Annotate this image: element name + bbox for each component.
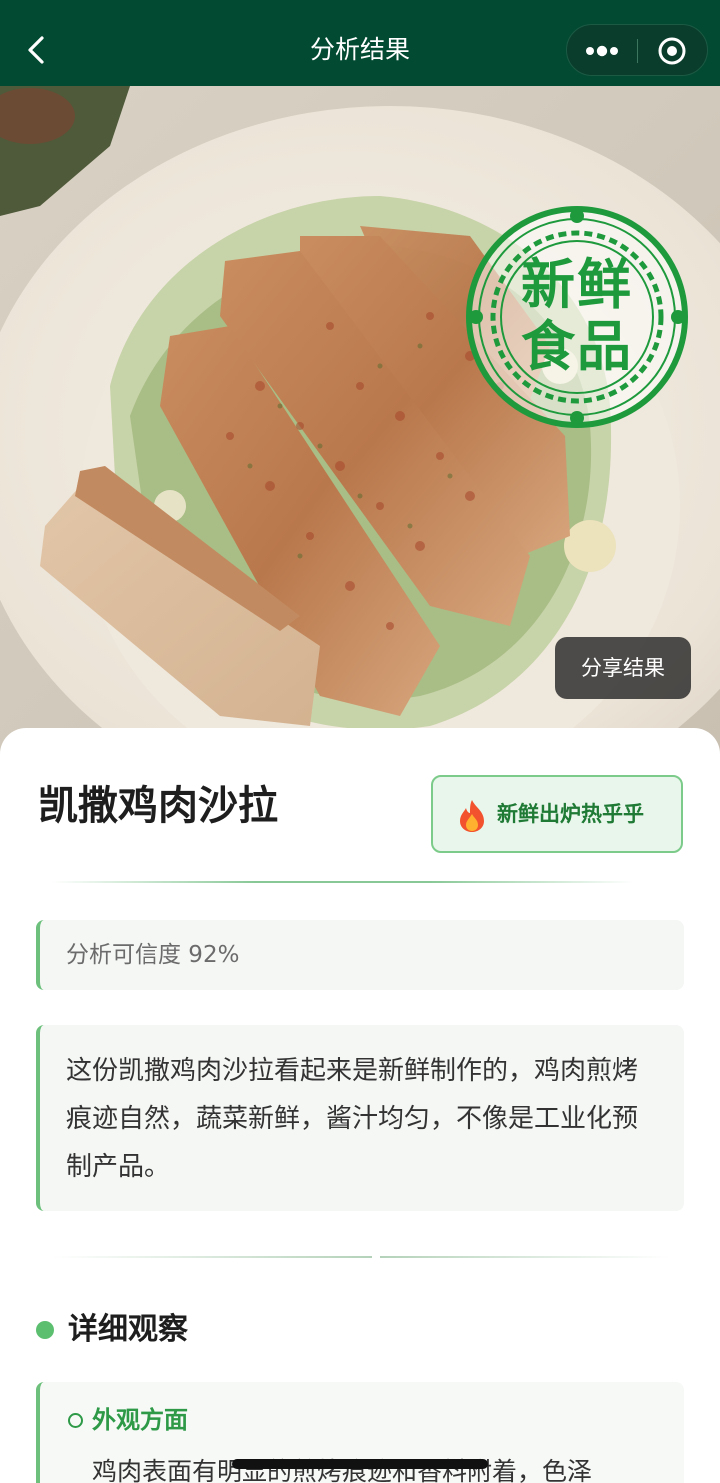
bullet-dot-icon <box>36 1321 54 1339</box>
ring-bullet-icon <box>68 1413 83 1428</box>
fire-icon <box>460 800 484 832</box>
stamp-line-2: 食品 <box>521 315 633 378</box>
more-button[interactable] <box>567 25 637 77</box>
divider <box>52 1256 372 1258</box>
target-circle-icon <box>658 37 686 65</box>
home-indicator <box>232 1459 488 1469</box>
divider <box>52 881 634 883</box>
dish-name: 凯撒鸡肉沙拉 <box>38 783 278 829</box>
freshness-badge-label: 新鲜出炉热乎乎 <box>497 802 644 826</box>
top-nav-bar: 分析结果 <box>0 0 720 86</box>
divider <box>380 1256 670 1258</box>
freshness-badge: 新鲜出炉热乎乎 <box>431 775 683 853</box>
confidence-text: 分析可信度 92% <box>66 942 240 968</box>
analysis-result-page: 分析结果 新鲜 食品 分享结果 凯撒鸡肉沙拉 新鲜出炉热乎乎 分析可信度 92%… <box>0 0 720 1483</box>
summary-box: 这份凯撒鸡肉沙拉看起来是新鲜制作的，鸡肉煎烤痕迹自然，蔬菜新鲜，酱汁均匀，不像是… <box>36 1025 684 1211</box>
detail-item-title: 外观方面 <box>92 1406 188 1434</box>
result-card: 凯撒鸡肉沙拉 新鲜出炉热乎乎 分析可信度 92% 这份凯撒鸡肉沙拉看起来是新鲜制… <box>0 728 720 1483</box>
fresh-food-stamp: 新鲜 食品 <box>464 204 690 430</box>
more-dots-icon <box>586 45 618 57</box>
summary-text: 这份凯撒鸡肉沙拉看起来是新鲜制作的，鸡肉煎烤痕迹自然，蔬菜新鲜，酱汁均匀，不像是… <box>66 1056 639 1182</box>
close-mini-program-button[interactable] <box>638 25 708 77</box>
share-result-button[interactable]: 分享结果 <box>555 637 691 699</box>
mini-program-capsule <box>566 24 708 76</box>
confidence-box: 分析可信度 92% <box>36 920 684 990</box>
details-section-title: 详细观察 <box>68 1312 188 1347</box>
stamp-line-1: 新鲜 <box>521 253 633 316</box>
